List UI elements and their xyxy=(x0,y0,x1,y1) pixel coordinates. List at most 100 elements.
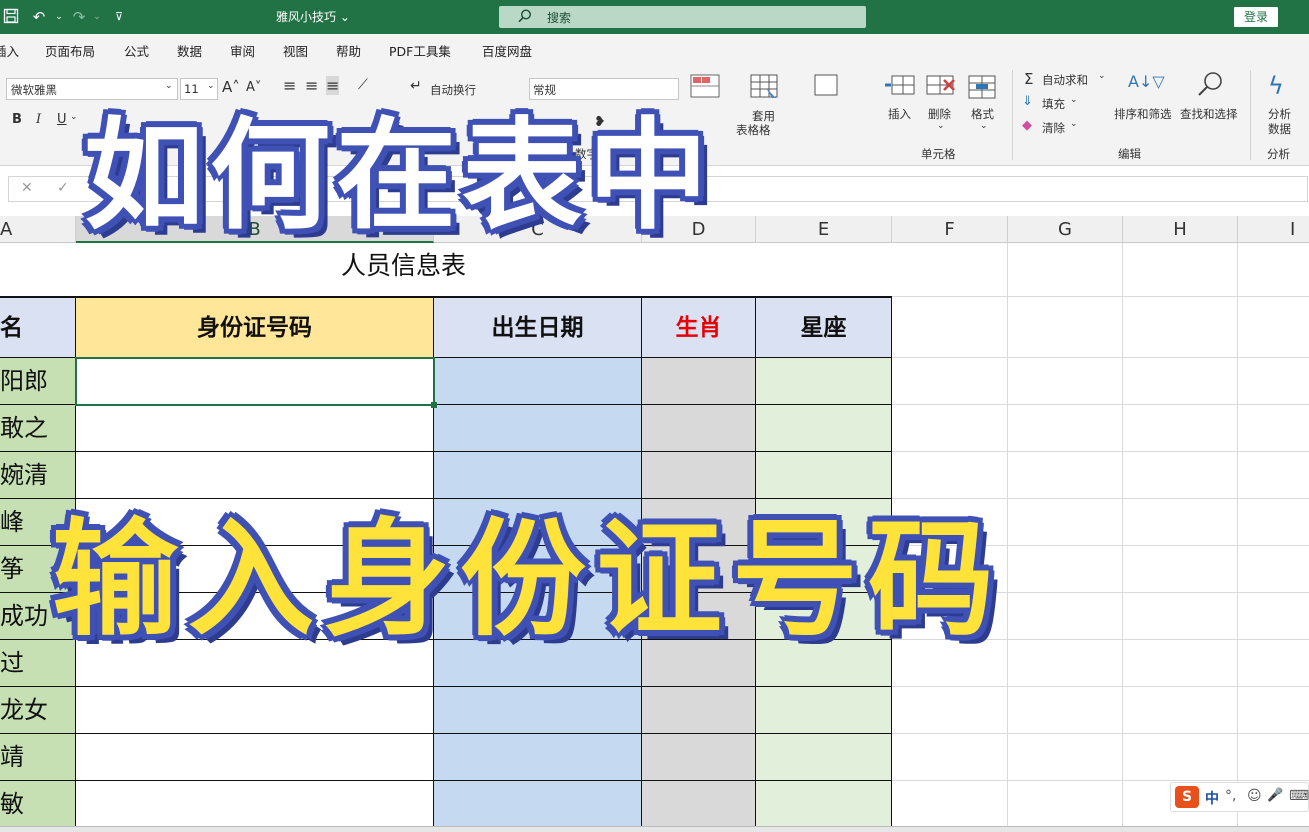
constellation-cell[interactable] xyxy=(756,405,892,452)
name-cell[interactable]: 敢之 xyxy=(0,405,76,452)
fill-down-icon[interactable]: ⇓ xyxy=(1022,94,1033,109)
magnifier-icon[interactable] xyxy=(1196,70,1226,104)
name-cell[interactable]: 龙女 xyxy=(0,687,76,734)
constellation-cell[interactable] xyxy=(756,734,892,781)
save-icon[interactable] xyxy=(2,8,20,26)
constellation-cell[interactable] xyxy=(756,358,892,405)
name-cell[interactable]: 敏 xyxy=(0,781,76,828)
cell-styles-icon[interactable] xyxy=(814,74,840,102)
analyze-data-label-2[interactable]: 数据 xyxy=(1268,121,1291,137)
tab-formulas[interactable]: 公式 xyxy=(124,41,149,60)
column-header-a[interactable]: A xyxy=(0,216,76,243)
birth-cell[interactable] xyxy=(434,734,642,781)
format-button[interactable]: 格式 xyxy=(971,106,994,122)
fill-button[interactable]: 填充 xyxy=(1042,96,1065,112)
birth-cell[interactable] xyxy=(434,687,642,734)
divider xyxy=(1012,70,1013,160)
chevron-down-icon: ⌄ xyxy=(1098,71,1106,81)
gridline xyxy=(892,451,1309,452)
id-cell[interactable] xyxy=(76,405,434,452)
document-title[interactable]: 雅风小技巧 ⌄ xyxy=(276,8,350,25)
sort-filter-button[interactable]: 排序和筛选 xyxy=(1114,106,1172,122)
analyze-data-icon[interactable]: ϟ xyxy=(1268,72,1284,100)
sogou-logo-icon[interactable]: S xyxy=(1175,786,1199,808)
format-table-label-2[interactable]: 表格格 xyxy=(736,122,771,138)
chevron-down-icon: ⌄ xyxy=(1070,95,1078,105)
delete-cells-icon[interactable] xyxy=(926,74,958,102)
column-header-g[interactable]: G xyxy=(1008,216,1123,243)
zodiac-cell[interactable] xyxy=(642,687,756,734)
id-cell[interactable] xyxy=(76,687,434,734)
tab-baidu-netdisk[interactable]: 百度网盘 xyxy=(482,41,532,60)
tab-view[interactable]: 视图 xyxy=(283,41,308,60)
column-header-f[interactable]: F xyxy=(892,216,1008,243)
header-zodiac[interactable]: 生肖 xyxy=(642,298,756,358)
name-cell[interactable]: 靖 xyxy=(0,734,76,781)
zodiac-cell[interactable] xyxy=(642,358,756,405)
column-header-h[interactable]: H xyxy=(1123,216,1238,243)
constellation-cell[interactable] xyxy=(756,687,892,734)
gridline xyxy=(1007,243,1008,828)
format-as-table-icon[interactable] xyxy=(750,74,780,104)
redo-icon[interactable]: ↷ xyxy=(70,8,88,26)
birth-cell[interactable] xyxy=(434,405,642,452)
sort-filter-icon[interactable]: A↓▽ xyxy=(1128,72,1165,91)
column-header-i[interactable]: I xyxy=(1238,216,1309,243)
id-cell[interactable] xyxy=(76,781,434,828)
undo-icon[interactable]: ↶ xyxy=(30,8,48,26)
italic-button[interactable]: I xyxy=(36,112,41,127)
header-constellation[interactable]: 星座 xyxy=(756,298,892,358)
tab-pdf-tools[interactable]: PDF工具集 xyxy=(389,41,451,60)
delete-button[interactable]: 删除 xyxy=(928,106,951,122)
header-id-number[interactable]: 身份证号码 xyxy=(76,298,434,358)
tab-insert[interactable]: 插入 xyxy=(0,41,19,60)
fill-handle[interactable] xyxy=(431,402,437,408)
ime-toolbar[interactable]: S 中 °, ☺ 🎤 ⌨ xyxy=(1170,782,1309,812)
find-select-button[interactable]: 查找和选择 xyxy=(1180,106,1238,122)
constellation-cell[interactable] xyxy=(756,781,892,828)
chevron-down-icon[interactable]: ⌄ xyxy=(70,112,78,122)
insert-button[interactable]: 插入 xyxy=(888,106,911,122)
clear-button[interactable]: 清除 xyxy=(1042,120,1065,136)
birth-cell[interactable] xyxy=(434,358,642,405)
gridline xyxy=(892,686,1309,687)
tab-review[interactable]: 审阅 xyxy=(230,41,255,60)
search-box[interactable]: 搜索 xyxy=(499,6,866,28)
punctuation-icon[interactable]: °, xyxy=(1225,788,1236,804)
microphone-icon[interactable]: 🎤 xyxy=(1267,788,1283,803)
login-button[interactable]: 登录 xyxy=(1234,7,1278,27)
tab-page-layout[interactable]: 页面布局 xyxy=(45,41,95,60)
customize-icon[interactable]: ⊽ xyxy=(110,8,128,26)
underline-button[interactable]: U xyxy=(57,112,67,127)
zodiac-cell[interactable] xyxy=(642,781,756,828)
format-cells-icon[interactable] xyxy=(968,74,998,104)
analyze-data-label-1[interactable]: 分析 xyxy=(1268,106,1291,122)
gridline xyxy=(892,780,1309,781)
zodiac-cell[interactable] xyxy=(642,405,756,452)
emoji-icon[interactable]: ☺ xyxy=(1247,788,1262,804)
sheet-tabs-bar[interactable] xyxy=(0,826,1309,832)
id-cell[interactable] xyxy=(76,734,434,781)
cancel-icon[interactable]: ✕ xyxy=(21,180,33,196)
column-header-e[interactable]: E xyxy=(756,216,892,243)
zodiac-cell[interactable] xyxy=(642,734,756,781)
confirm-icon[interactable]: ✓ xyxy=(57,180,69,196)
name-cell[interactable]: 阳郎 xyxy=(0,358,76,405)
undo-dropdown-icon[interactable]: ⌄ xyxy=(50,8,68,26)
insert-cells-icon[interactable] xyxy=(884,74,916,102)
gridline xyxy=(1237,243,1238,828)
autosum-button[interactable]: 自动求和 xyxy=(1042,72,1088,88)
active-cell-selection[interactable] xyxy=(75,357,435,406)
bold-button[interactable]: B xyxy=(12,112,22,127)
eraser-icon[interactable]: ◆ xyxy=(1022,118,1032,133)
birth-cell[interactable] xyxy=(434,781,642,828)
keyboard-icon[interactable]: ⌨ xyxy=(1289,788,1309,804)
header-birth-date[interactable]: 出生日期 xyxy=(434,298,642,358)
tab-help[interactable]: 帮助 xyxy=(336,41,361,60)
tab-data[interactable]: 数据 xyxy=(177,41,202,60)
header-name[interactable]: 名 xyxy=(0,298,76,358)
input-mode-toggle[interactable]: 中 xyxy=(1205,788,1219,808)
autosum-icon[interactable]: Σ xyxy=(1024,70,1033,88)
caption-line-1: 如何在表中 xyxy=(84,107,714,246)
redo-dropdown-icon[interactable]: ⌄ xyxy=(88,8,106,26)
